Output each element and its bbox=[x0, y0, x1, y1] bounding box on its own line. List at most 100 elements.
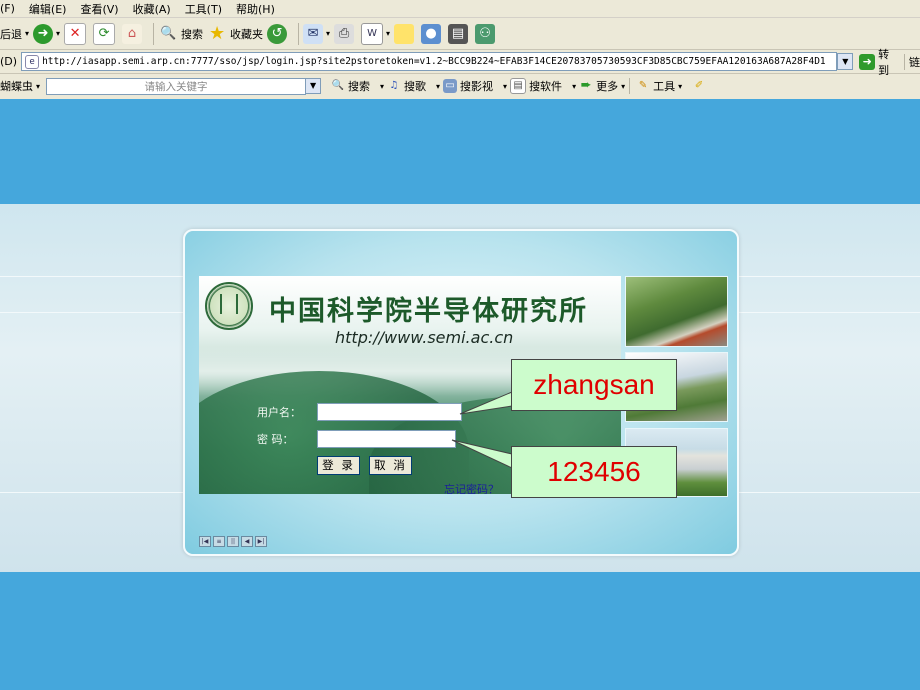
messenger-button[interactable]: ● bbox=[421, 23, 444, 44]
address-bar: (D) e http://iasapp.semi.arp.cn:7777/sso… bbox=[0, 48, 920, 77]
contacts-button[interactable]: ⚇ bbox=[475, 23, 498, 44]
tools-icon: ✎ bbox=[638, 80, 648, 91]
star-icon: ★ bbox=[208, 22, 226, 44]
menu-tools[interactable]: 工具(T) bbox=[185, 1, 222, 17]
username-input[interactable] bbox=[317, 403, 462, 421]
software-icon: ▤ bbox=[510, 78, 527, 94]
history-icon: ↺ bbox=[267, 23, 288, 44]
magnifier-icon: 🔍 bbox=[331, 80, 345, 91]
keyword-placeholder: 请输入关键字 bbox=[144, 80, 208, 93]
messenger-icon: ● bbox=[421, 23, 442, 44]
refresh-button[interactable]: ⟳ bbox=[93, 22, 118, 45]
address-separator bbox=[904, 53, 906, 70]
print-button[interactable]: ⎙ bbox=[334, 23, 357, 44]
note-icon bbox=[394, 23, 415, 44]
searchbar-video[interactable]: ▾ ▭ 搜影视 bbox=[436, 78, 493, 94]
go-button[interactable]: ➜ 转到 bbox=[859, 46, 900, 78]
print-icon: ⎙ bbox=[334, 23, 355, 44]
password-callout: 123456 bbox=[511, 446, 677, 498]
forward-button[interactable]: ➜ ▾ bbox=[33, 23, 60, 44]
first-slide-button[interactable]: |◀ bbox=[199, 536, 211, 547]
searchbar-search-label: 搜索 bbox=[348, 80, 371, 93]
searchbar-search[interactable]: 🔍 搜索 bbox=[331, 78, 370, 94]
address-label: (D) bbox=[0, 55, 18, 68]
research-icon: ▤ bbox=[448, 23, 469, 44]
searchbar-tools-label: 工具 bbox=[653, 80, 676, 93]
home-icon: ⌂ bbox=[122, 23, 143, 44]
next-slide-button[interactable]: ▶| bbox=[255, 536, 267, 547]
history-button[interactable]: ↺ bbox=[267, 23, 290, 44]
home-button[interactable]: ⌂ bbox=[122, 23, 145, 44]
refresh-icon: ⟳ bbox=[93, 22, 116, 45]
searchbar-tools[interactable]: ✎ 工具 ▾ bbox=[636, 78, 682, 94]
search-label: 搜索 bbox=[181, 27, 204, 41]
searchbar-separator bbox=[629, 78, 631, 94]
institute-name: 中国科学院半导体研究所 bbox=[269, 296, 588, 327]
login-button[interactable]: 登 录 bbox=[317, 456, 360, 475]
menu-bar: (F) 编辑(E) 查看(V) 收藏(A) 工具(T) 帮助(H) bbox=[0, 0, 920, 18]
menu-view[interactable]: 查看(V) bbox=[80, 1, 118, 17]
menu-file[interactable]: (F) bbox=[0, 2, 15, 15]
searchbar-video-label: 搜影视 bbox=[460, 80, 494, 93]
forgot-password-link[interactable]: 忘记密码？ bbox=[444, 481, 499, 494]
username-label: 用户名： bbox=[257, 406, 301, 419]
password-input[interactable] bbox=[317, 430, 456, 448]
standard-toolbar: 后退 ▾ ➜ ▾ ✕ ⟳ ⌂ 🔍 搜索 ★ 收藏夹 ↺ ✉ ▾ ⎙ W ▾ ● ▤ ⚇ bbox=[0, 18, 920, 50]
highlight-button[interactable]: ✐ bbox=[692, 79, 709, 93]
music-icon: ♫ bbox=[389, 80, 399, 91]
toolbar-separator bbox=[153, 22, 155, 45]
cancel-button[interactable]: 取 消 bbox=[369, 456, 412, 475]
mail-button[interactable]: ✉ ▾ bbox=[303, 23, 330, 44]
campus-photo bbox=[625, 276, 728, 347]
address-url: http://iasapp.semi.arp.cn:7777/sso/jsp/l… bbox=[42, 56, 826, 67]
contacts-icon: ⚇ bbox=[475, 23, 496, 44]
stop-icon: ✕ bbox=[64, 22, 87, 45]
menu-favorites[interactable]: 收藏(A) bbox=[133, 1, 171, 17]
username-callout: zhangsan bbox=[511, 359, 677, 411]
keyword-input[interactable]: 请输入关键字 bbox=[46, 77, 307, 95]
go-label: 转到 bbox=[878, 47, 890, 77]
password-label: 密 码： bbox=[257, 433, 294, 446]
searchbar-software-label: 搜软件 bbox=[529, 80, 563, 93]
searchbar-more-label: 更多 bbox=[596, 80, 619, 93]
institute-logo bbox=[205, 282, 253, 330]
arrow-right-icon: ➨ bbox=[580, 78, 592, 93]
keyword-dropdown[interactable]: ▼ bbox=[305, 78, 322, 94]
institute-url: http://www.semi.ac.cn bbox=[335, 328, 514, 347]
stop-button[interactable]: ✕ bbox=[64, 22, 89, 45]
tv-icon: ▭ bbox=[443, 79, 458, 93]
word-icon: W bbox=[361, 22, 384, 45]
slideshow-controls: |◀ ≡ || ◀ ▶| bbox=[199, 536, 267, 547]
address-input[interactable]: e http://iasapp.semi.arp.cn:7777/sso/jsp… bbox=[21, 52, 838, 71]
edit-button[interactable]: W ▾ bbox=[361, 22, 390, 45]
page-icon: e bbox=[25, 54, 40, 69]
searchbar-songs-label: 搜歌 bbox=[404, 80, 427, 93]
menu-help[interactable]: 帮助(H) bbox=[236, 1, 275, 17]
back-slide-button[interactable]: ◀ bbox=[241, 536, 253, 547]
notes-button[interactable] bbox=[394, 23, 417, 44]
back-label: 后退 bbox=[0, 27, 22, 41]
favorites-button[interactable]: ★ 收藏夹 bbox=[207, 22, 264, 44]
forward-icon: ➜ bbox=[33, 23, 54, 44]
searchbar-brand[interactable]: 蝴蝶虫 bbox=[0, 78, 33, 94]
toolbar-separator bbox=[298, 22, 300, 45]
menu-edit[interactable]: 编辑(E) bbox=[29, 1, 67, 17]
mail-icon: ✉ bbox=[303, 23, 324, 44]
go-arrow-icon: ➜ bbox=[859, 53, 876, 70]
browser-chrome: (F) 编辑(E) 查看(V) 收藏(A) 工具(T) 帮助(H) 后退 ▾ ➜ ▾… bbox=[0, 0, 920, 99]
searchbar-software[interactable]: ▾ ▤ 搜软件 bbox=[503, 78, 562, 94]
logo-emblem bbox=[220, 294, 238, 314]
search-toolbar: 蝴蝶虫 ▾ 请输入关键字 ▼ 🔍 搜索 ▾ ♫ 搜歌 ▾ ▭ 搜影视 ▾ ▤ 搜软件 ▾ ➨ 更多 ▾… bbox=[0, 74, 920, 98]
highlighter-icon: ✐ bbox=[694, 80, 704, 91]
links-label[interactable]: 链 bbox=[909, 54, 920, 70]
pause-slide-button[interactable]: || bbox=[227, 536, 239, 547]
research-button[interactable]: ▤ bbox=[448, 23, 471, 44]
back-button[interactable]: 后退 ▾ bbox=[0, 26, 29, 42]
searchbar-songs[interactable]: ▾ ♫ 搜歌 bbox=[380, 78, 426, 94]
search-button[interactable]: 🔍 搜索 bbox=[158, 24, 203, 44]
address-dropdown[interactable]: ▼ bbox=[837, 53, 854, 70]
search-icon: 🔍 bbox=[159, 25, 177, 41]
searchbar-more[interactable]: ▾ ➨ 更多 ▾ bbox=[572, 78, 625, 94]
favorites-label: 收藏夹 bbox=[230, 27, 264, 41]
prev-slide-button[interactable]: ≡ bbox=[213, 536, 225, 547]
